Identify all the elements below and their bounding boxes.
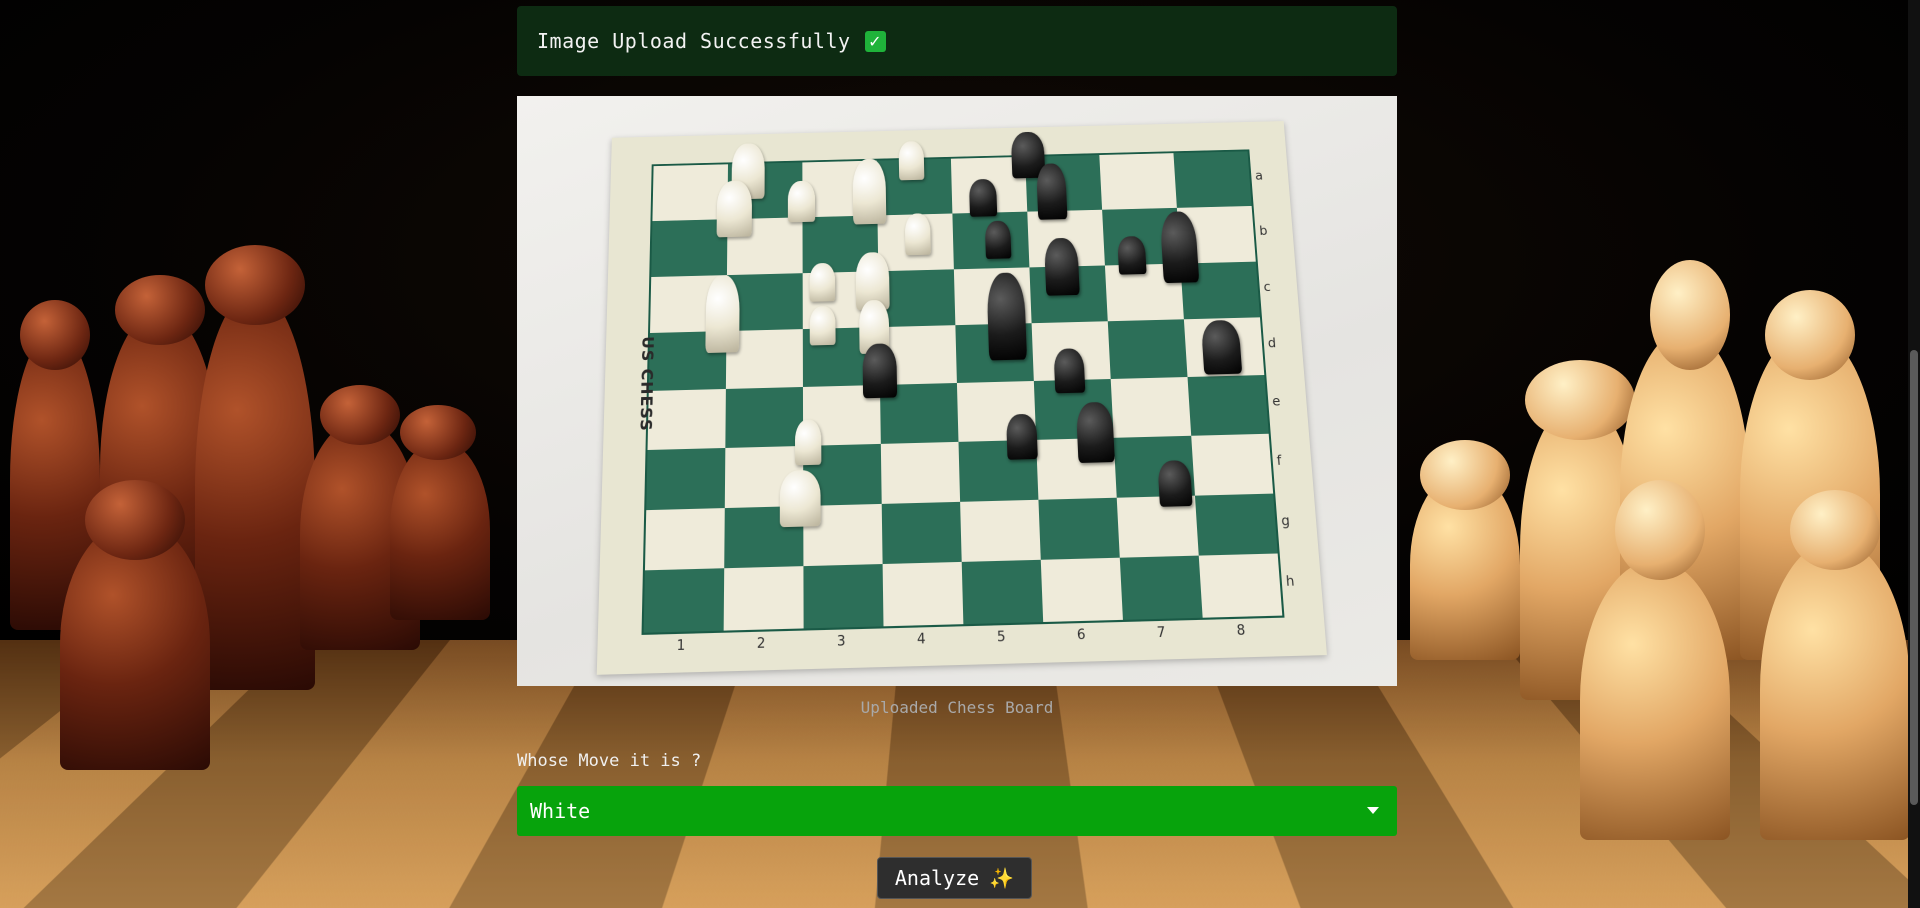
board-square bbox=[1110, 377, 1192, 438]
background-light-piece-head bbox=[1525, 360, 1635, 440]
board-file-label: 3 bbox=[836, 633, 846, 651]
board-square bbox=[961, 560, 1044, 625]
analyze-button[interactable]: Analyze ✨ bbox=[877, 857, 1032, 899]
board-square bbox=[882, 562, 964, 627]
white-chess-piece bbox=[794, 419, 822, 466]
white-chess-piece bbox=[787, 180, 816, 223]
black-chess-piece bbox=[968, 178, 998, 217]
board-square bbox=[1194, 493, 1278, 556]
background-light-piece bbox=[1760, 540, 1910, 840]
board-rank-label: g bbox=[1280, 513, 1291, 529]
whose-move-selected-value: White bbox=[530, 799, 591, 823]
board-file-label: 7 bbox=[1156, 625, 1166, 642]
sparkles-icon: ✨ bbox=[989, 866, 1015, 890]
background-dark-piece-head bbox=[85, 480, 185, 560]
black-chess-piece bbox=[1117, 235, 1147, 275]
board-square bbox=[960, 499, 1041, 563]
board-square bbox=[1198, 553, 1283, 618]
board-square bbox=[723, 566, 804, 631]
uploaded-chess-board-image: US CHESS 1 2 3 4 5 6 7 8 a b c d e f g h bbox=[517, 96, 1397, 686]
board-square bbox=[1038, 497, 1120, 561]
upload-success-alert: Image Upload Successfully ✓ bbox=[517, 6, 1397, 76]
chevron-down-icon bbox=[1367, 807, 1379, 814]
background-light-piece-head bbox=[1650, 260, 1730, 370]
board-square bbox=[880, 441, 961, 504]
background-dark-piece bbox=[390, 440, 490, 620]
background-dark-piece-head bbox=[20, 300, 90, 370]
background-dark-piece-head bbox=[115, 275, 205, 345]
board-coordinates: 1 2 3 4 5 6 7 8 a b c d e f g h bbox=[612, 121, 1296, 654]
scrollbar-thumb[interactable] bbox=[1910, 350, 1918, 805]
board-rank-label: f bbox=[1276, 453, 1283, 469]
board-square bbox=[1173, 151, 1252, 208]
board-file-label: 8 bbox=[1236, 622, 1246, 640]
white-chess-piece bbox=[809, 305, 836, 346]
white-chess-piece bbox=[852, 158, 887, 225]
background-dark-piece-head bbox=[400, 405, 476, 460]
board-square bbox=[643, 568, 725, 633]
board-file-label: 4 bbox=[916, 631, 926, 648]
analyze-button-label: Analyze bbox=[894, 866, 980, 890]
background-light-piece-head bbox=[1790, 490, 1880, 570]
black-chess-piece bbox=[1005, 413, 1038, 460]
background-light-piece-head bbox=[1615, 480, 1705, 580]
board-square bbox=[644, 507, 725, 571]
black-chess-piece bbox=[1053, 348, 1086, 394]
board-square bbox=[647, 388, 726, 450]
whose-move-label: Whose Move it is ? bbox=[517, 751, 702, 771]
board-rank-label: e bbox=[1271, 394, 1281, 410]
board-rank-label: c bbox=[1263, 279, 1272, 295]
white-chess-piece bbox=[779, 469, 821, 528]
board-square bbox=[881, 501, 962, 565]
background-light-piece-head bbox=[1765, 290, 1855, 380]
black-chess-piece bbox=[984, 220, 1012, 259]
board-square bbox=[1107, 319, 1188, 379]
board-square bbox=[1099, 153, 1177, 210]
white-chess-piece bbox=[898, 141, 925, 181]
board-square bbox=[646, 447, 726, 510]
check-mark-icon: ✓ bbox=[864, 30, 886, 52]
board-square bbox=[1187, 375, 1269, 436]
white-chess-piece bbox=[716, 180, 753, 238]
board-file-label: 2 bbox=[756, 635, 766, 653]
board-rank-label: h bbox=[1285, 574, 1296, 591]
board-square bbox=[803, 564, 884, 629]
white-chess-piece bbox=[904, 213, 931, 256]
board-square bbox=[1119, 555, 1203, 620]
page-scrollbar[interactable] bbox=[1908, 0, 1920, 908]
white-chess-piece bbox=[809, 262, 836, 302]
board-rank-label: b bbox=[1258, 224, 1268, 239]
upload-success-text: Image Upload Successfully bbox=[537, 29, 851, 53]
board-file-label: 5 bbox=[996, 629, 1006, 646]
board-rank-label: d bbox=[1267, 336, 1277, 352]
board-square bbox=[1040, 557, 1123, 623]
white-chess-piece bbox=[705, 274, 740, 354]
background-dark-piece-head bbox=[320, 385, 400, 445]
background-dark-piece-head bbox=[205, 245, 305, 325]
board-brand-text: US CHESS bbox=[636, 335, 658, 432]
black-chess-piece bbox=[862, 343, 898, 399]
board-file-label: 1 bbox=[676, 638, 686, 655]
background-dark-king bbox=[195, 290, 315, 690]
board-square bbox=[1191, 433, 1274, 496]
whose-move-select[interactable]: White bbox=[517, 786, 1397, 836]
board-file-label: 6 bbox=[1076, 627, 1086, 644]
chess-mat: US CHESS 1 2 3 4 5 6 7 8 a b c d e f g h bbox=[596, 121, 1327, 675]
board-square bbox=[725, 386, 804, 448]
background-light-piece-head bbox=[1420, 440, 1510, 510]
board-rank-label: a bbox=[1254, 169, 1264, 184]
board-pieces bbox=[612, 121, 1284, 528]
board-square bbox=[878, 268, 956, 328]
image-caption: Uploaded Chess Board bbox=[860, 698, 1054, 717]
background-light-piece bbox=[1580, 560, 1730, 840]
